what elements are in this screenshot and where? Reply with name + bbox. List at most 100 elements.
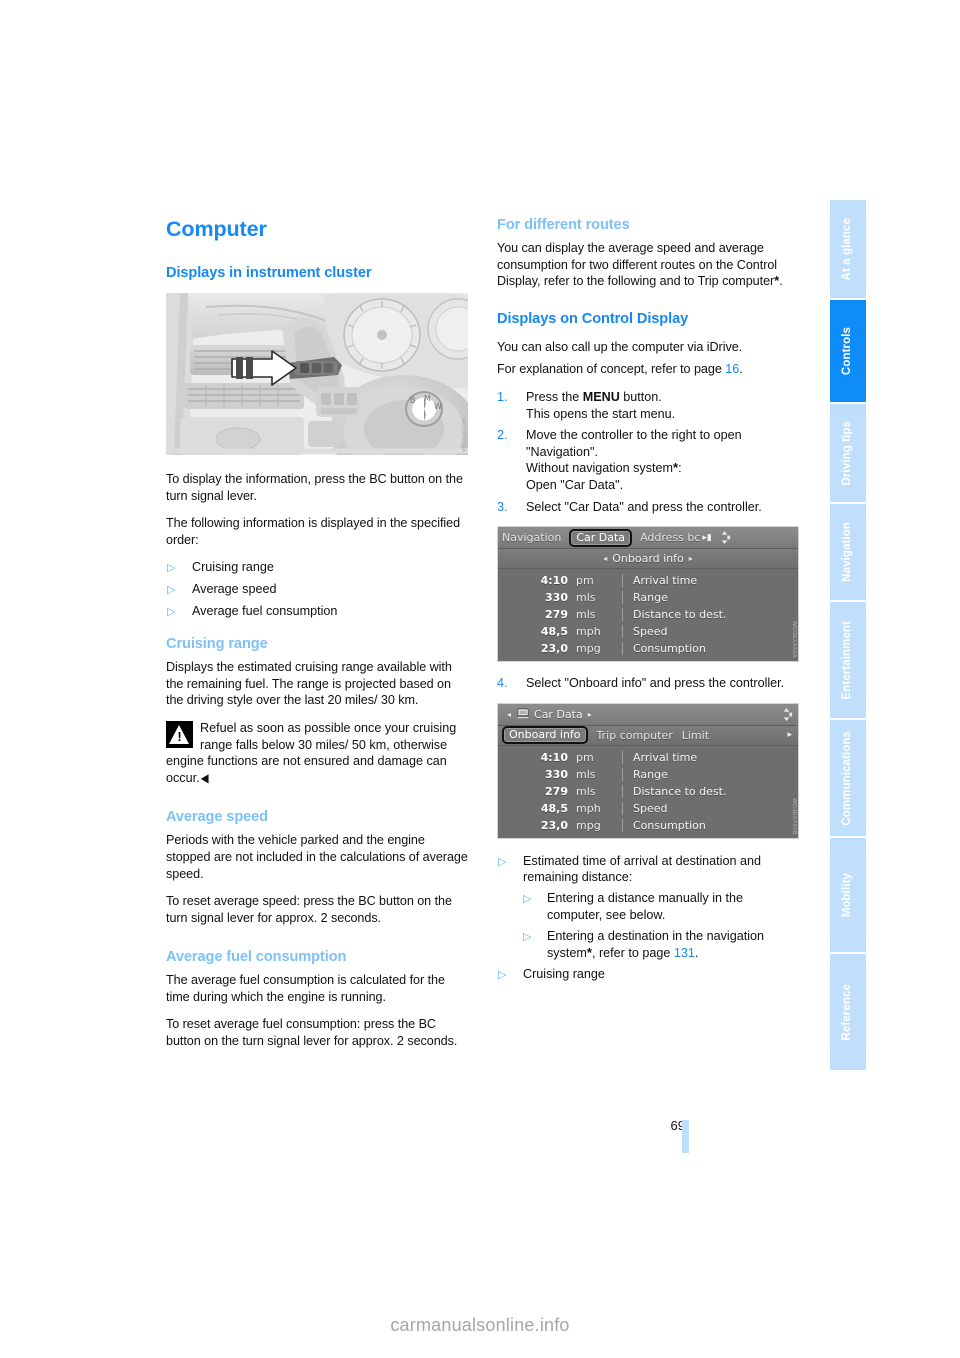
cd1-row: 48,5 mph Speed [498,623,798,640]
page-reference-16[interactable]: 16 [725,362,739,376]
warning-text: Refuel as soon as possible once your cru… [166,720,457,785]
sidebar-item-controls[interactable]: Controls [830,300,866,404]
cd1-value: 23,0 [540,642,568,656]
triangle-bullet-icon: ▷ [498,969,507,982]
cd1-data-rows: 4:10 pm Arrival time 330 mls Range 279 m… [498,569,798,662]
page-number-rule [682,1120,689,1153]
cd2-label: Speed [622,801,798,815]
cd2-tab-bar: Onboard info Trip computer Limit ▸ [498,725,798,746]
cd2-right-arrow-icon[interactable]: ▸ [787,730,792,740]
cd2-value: 330 [545,767,568,781]
sidebar-item-label: Entertainment [841,620,853,700]
triangle-bullet-icon: ▷ [523,892,532,905]
step-text: Select "Car Data" and press the controll… [526,499,762,514]
section-heading-control-display: Displays on Control Display [497,310,689,327]
cd1-tab-address-book[interactable]: Address bc [640,531,700,544]
triangle-bullet-icon: ▷ [167,583,176,596]
list-item: ▷ Average speed [166,581,468,598]
cd1-value: 48,5 [540,625,568,639]
cd2-split-screen-icon[interactable] [779,707,794,722]
paragraph-idrive: You can also call up the computer via iD… [497,339,743,354]
triangle-bullet-icon: ▷ [167,562,176,575]
triangle-bullet-icon: ▷ [498,855,507,868]
cd1-value: 4:10 [540,574,568,588]
paragraph-average-fuel-2: To reset average fuel consumption: press… [166,1017,458,1049]
cd2-title-bar: ◂ Car Data ▸ [498,703,798,726]
cd2-value: 4:10 [540,750,568,764]
svg-text:W: W [434,402,442,411]
sidebar-item-label: Mobility [841,872,853,918]
list-item-label: Estimated time of arrival at destination… [523,853,762,885]
paragraph-order-intro: The following information is displayed i… [166,516,461,547]
chapter-tab-rail: At a glance Controls Driving tips Naviga… [830,200,866,1070]
nested-list-item: ▷ Entering a distance manually in the co… [523,890,799,923]
sidebar-item-label: Controls [841,326,853,376]
cd1-split-screen-icon[interactable] [717,530,732,545]
step-line-2: This opens the start menu. [526,406,676,421]
sidebar-item-at-a-glance[interactable]: At a glance [830,200,866,300]
cd2-tab-limit[interactable]: Limit [682,729,709,742]
cd1-next-arrow-icon[interactable]: ▸ [689,554,693,563]
triangle-bullet-icon: ▷ [167,605,176,618]
cd2-tab-onboard-info-selected[interactable]: Onboard info [502,726,588,745]
cd1-label: Distance to dest. [622,608,798,622]
cd1-tab-navigation[interactable]: Navigation [502,531,561,544]
sidebar-item-reference[interactable]: Reference [830,954,866,1070]
warning-block: ! Refuel as soon as possible once your c… [166,720,468,786]
sidebar-item-communications[interactable]: Communications [830,720,866,838]
sidebar-item-navigation[interactable]: Navigation [830,504,866,602]
nested-list-item: ▷ Entering a destination in the navigati… [523,928,799,961]
step-text: Move the controller to the right to open [526,428,742,443]
cd1-row: 330 mls Range [498,589,798,606]
cd1-prev-arrow-icon[interactable]: ◂ [603,554,607,563]
paragraph-concept-ref-end: . [739,362,743,377]
menu-button-label: MENU [582,389,620,404]
cd1-right-arrow-icon[interactable]: ▸▮ [702,533,711,543]
sidebar-item-mobility[interactable]: Mobility [830,838,866,954]
cd1-value: 330 [545,591,568,605]
cd1-tab-car-data-selected[interactable]: Car Data [569,528,633,547]
cd2-title-car-data: Car Data [534,707,583,721]
step-text-end: button. [619,389,662,404]
cd1-label: Consumption [622,642,798,656]
cd1-subtitle-bar: ◂ Onboard info ▸ [498,549,798,570]
cd2-credit: WCI1EXXXXB [791,797,797,835]
manual-page: Computer Displays in instrument cluster [0,0,960,1358]
paragraph-different-routes-text: You can display the average speed and av… [497,241,778,289]
cd2-tab-trip-computer[interactable]: Trip computer [597,729,673,742]
cd1-unit: mls [576,591,596,605]
sidebar-item-driving-tips[interactable]: Driving tips [830,404,866,504]
paragraph-display-info: To display the information, press the BC… [166,472,463,503]
site-watermark: carmanualsonline.info [390,1315,570,1335]
cd1-row: 279 mls Distance to dest. [498,606,798,623]
cd2-row: 23,0 mpg Consumption [498,817,798,834]
procedure-step-1: 1. Press the MENU button. This opens the … [497,389,799,422]
cd1-row: 23,0 mpg Consumption [498,640,798,657]
photo-credit: WCI1E0ICAA [460,417,466,452]
cd2-prev-arrow-icon[interactable]: ◂ [507,710,511,719]
cd2-row: 48,5 mph Speed [498,800,798,817]
subheading-average-speed: Average speed [166,809,268,826]
procedure-step-2: 2. Move the controller to the right to op… [497,428,742,492]
procedure-steps: 1. Press the MENU button. This opens the … [497,389,799,515]
cd1-tab-bar: Navigation Car Data Address bc ▸▮ [498,527,798,550]
cd2-next-arrow-icon[interactable]: ▸ [588,710,592,719]
cd2-unit: mls [576,767,596,781]
control-display-screenshot-1: Navigation Car Data Address bc ▸▮ ◂ Onbo… [497,526,799,663]
page-number: 69 [670,1118,685,1133]
warning-triangle-icon: ! [166,720,193,748]
cd2-label: Range [622,767,798,781]
list-item: ▷ Average fuel consumption [166,603,468,620]
step-text: Select "Onboard info" and press the cont… [526,676,785,691]
step-number: 4. [497,676,508,691]
page-reference-131[interactable]: 131 [674,946,695,960]
sidebar-item-label: Driving tips [841,420,853,486]
paragraph-different-routes-end: . [779,274,783,289]
list-item: ▷ Estimated time of arrival at destinati… [497,853,799,962]
svg-text:B: B [410,396,416,405]
sidebar-item-entertainment[interactable]: Entertainment [830,602,866,720]
procedure-step-3: 3. Select "Car Data" and press the contro… [497,499,799,516]
page-title: Computer [166,217,267,241]
cd1-row: 4:10 pm Arrival time [498,572,798,589]
nested-bullet-list: ▷ Entering a distance manually in the co… [523,890,799,961]
